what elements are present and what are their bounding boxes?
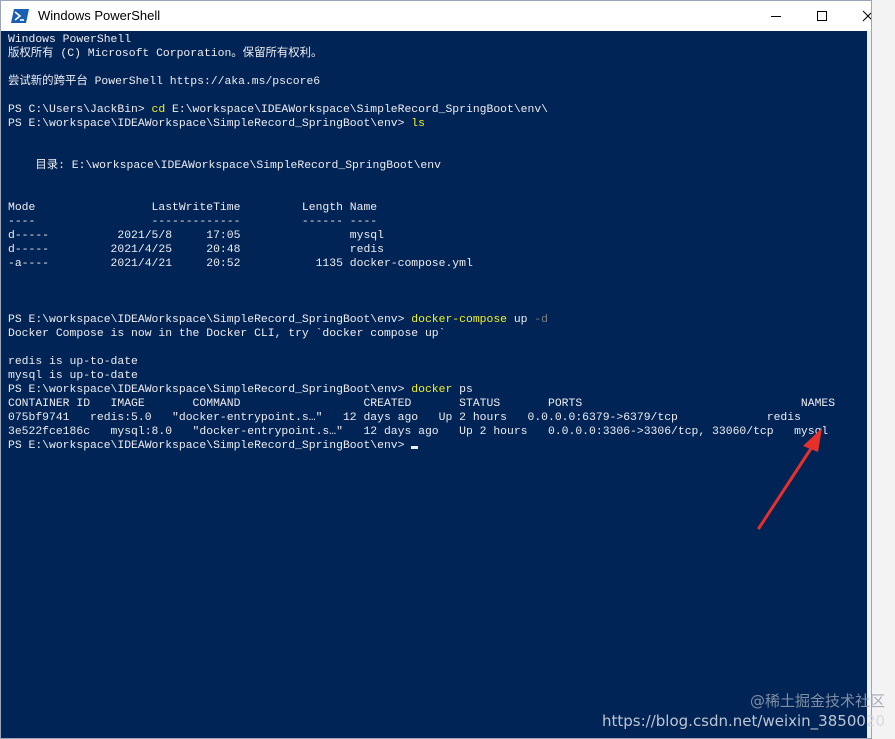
minimize-icon [771, 16, 781, 17]
background-page-right [872, 0, 895, 739]
output-line: mysql is up-to-date [8, 370, 138, 382]
title-bar[interactable]: Windows PowerShell [1, 1, 871, 31]
ls-header: Mode LastWriteTime Length Name [8, 202, 378, 214]
minimize-button[interactable] [753, 1, 799, 31]
close-icon [862, 10, 871, 22]
powershell-window: Windows PowerShell Windows PowerShell 版权… [0, 0, 872, 739]
window-title: Windows PowerShell [38, 8, 161, 23]
command-arg: up [507, 314, 535, 326]
pscore-hint-line: 尝试新的跨平台 PowerShell https://aka.ms/pscore… [8, 76, 321, 88]
watermark: @稀土掘金技术社区 https://blog.csdn.net/weixin_3… [602, 691, 885, 731]
prompt: PS E:\workspace\IDEAWorkspace\SimpleReco… [8, 384, 412, 396]
watermark-url: https://blog.csdn.net/weixin_3850020 [602, 712, 885, 730]
prompt: PS E:\workspace\IDEAWorkspace\SimpleReco… [8, 314, 412, 326]
output-line: Docker Compose is now in the Docker CLI,… [8, 328, 446, 340]
ls-row: d----- 2021/5/8 17:05 mysql [8, 230, 384, 242]
powershell-icon [11, 9, 29, 23]
maximize-button[interactable] [799, 1, 845, 31]
prompt: PS E:\workspace\IDEAWorkspace\SimpleReco… [8, 118, 412, 130]
ls-row: d----- 2021/4/25 20:48 redis [8, 244, 384, 256]
ls-header-underline: ---- ------------- ------ ---- [8, 216, 378, 228]
command-arg: E:\workspace\IDEAWorkspace\SimpleRecord_… [165, 104, 549, 116]
command-flag: -d [534, 314, 549, 326]
docker-ps-row: 3e522fce186c mysql:8.0 "docker-entrypoin… [8, 426, 829, 438]
directory-line: 目录: E:\workspace\IDEAWorkspace\SimpleRec… [8, 160, 441, 172]
maximize-icon [817, 11, 827, 21]
close-button[interactable] [845, 1, 871, 31]
command-name: docker [411, 384, 453, 396]
command-name: ls [411, 118, 425, 130]
terminal-output[interactable]: Windows PowerShell 版权所有 (C) Microsoft Co… [1, 31, 867, 738]
ls-row: -a---- 2021/4/21 20:52 1135 docker-compo… [8, 258, 473, 270]
prompt: PS E:\workspace\IDEAWorkspace\SimpleReco… [8, 440, 412, 452]
command-arg: ps [452, 384, 473, 396]
output-line: redis is up-to-date [8, 356, 138, 368]
prompt: PS C:\Users\JackBin> [8, 104, 152, 116]
copyright-line: 版权所有 (C) Microsoft Corporation。保留所有权利。 [8, 48, 323, 60]
text-cursor [411, 446, 419, 449]
banner-line: Windows PowerShell [8, 34, 132, 46]
docker-ps-header: CONTAINER ID IMAGE COMMAND CREATED STATU… [8, 398, 836, 410]
command-name: docker-compose [411, 314, 507, 326]
command-name: cd [151, 104, 166, 116]
scrollbar[interactable] [867, 31, 871, 738]
docker-ps-row: 075bf9741 redis:5.0 "docker-entrypoint.s… [8, 412, 801, 424]
watermark-line: @稀土掘金技术社区 [749, 692, 885, 710]
